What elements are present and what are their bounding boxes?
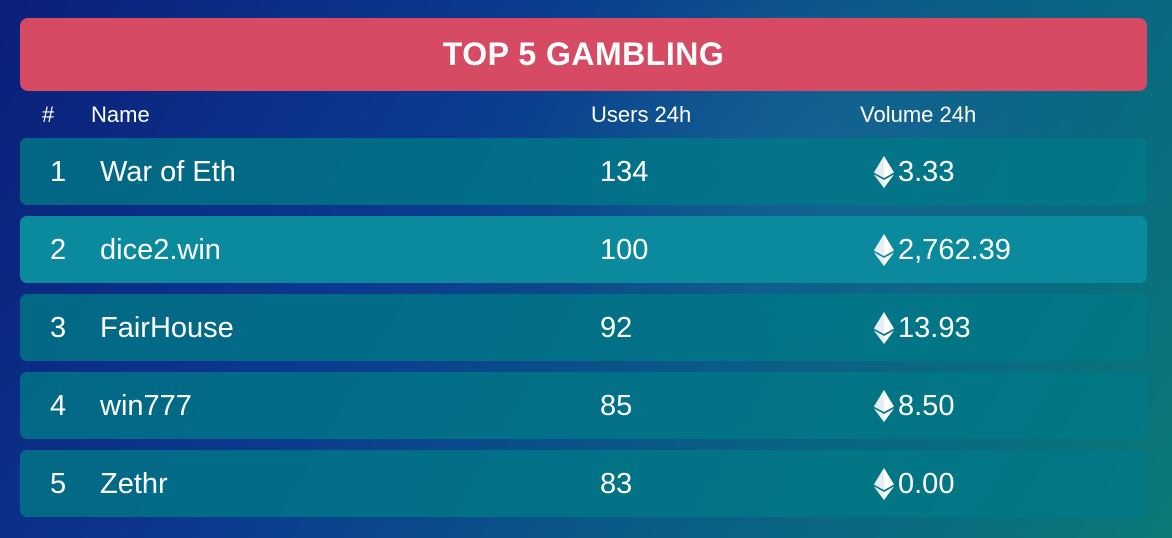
row-volume-cell: 2,762.39: [873, 233, 1011, 267]
row-name: win777: [100, 390, 192, 422]
row-users: 83: [600, 468, 633, 500]
row-rank: 2: [50, 234, 67, 266]
row-users: 85: [600, 390, 633, 422]
column-header-rank: #: [42, 102, 55, 127]
table-row[interactable]: 3 FairHouse 92 13.93: [20, 294, 1147, 361]
row-volume-cell: 3.33: [873, 155, 954, 189]
row-volume-cell: 0.00: [873, 467, 954, 501]
row-name: FairHouse: [100, 312, 234, 344]
ethereum-icon: [873, 155, 895, 189]
row-name: Zethr: [100, 468, 168, 500]
row-users: 134: [600, 156, 649, 188]
ranking-table: 1 War of Eth 134 3.33 2 dice2.win 100 2,…: [20, 138, 1147, 528]
column-header-users: Users 24h: [591, 102, 692, 127]
row-volume-cell: 8.50: [873, 389, 954, 423]
table-row[interactable]: 5 Zethr 83 0.00: [20, 450, 1147, 517]
row-rank: 3: [50, 312, 67, 344]
row-volume: 13.93: [898, 312, 971, 344]
page-title: TOP 5 GAMBLING: [442, 36, 725, 72]
row-name: dice2.win: [100, 234, 221, 266]
table-row[interactable]: 2 dice2.win 100 2,762.39: [20, 216, 1147, 283]
column-header-name: Name: [91, 102, 150, 127]
column-headers: # Name Users 24h Volume 24h: [0, 100, 1172, 132]
ethereum-icon: [873, 233, 895, 267]
row-users: 100: [600, 234, 649, 266]
ethereum-icon: [873, 467, 895, 501]
row-name: War of Eth: [100, 156, 236, 188]
row-rank: 1: [50, 156, 67, 188]
ethereum-icon: [873, 311, 895, 345]
row-volume: 2,762.39: [898, 234, 1011, 266]
row-rank: 4: [50, 390, 67, 422]
row-users: 92: [600, 312, 633, 344]
ethereum-icon: [873, 389, 895, 423]
row-volume-cell: 13.93: [873, 311, 971, 345]
table-row[interactable]: 1 War of Eth 134 3.33: [20, 138, 1147, 205]
table-row[interactable]: 4 win777 85 8.50: [20, 372, 1147, 439]
header-banner: TOP 5 GAMBLING: [20, 18, 1147, 91]
row-volume: 8.50: [898, 390, 955, 422]
row-volume: 3.33: [898, 156, 955, 188]
row-rank: 5: [50, 468, 67, 500]
row-volume: 0.00: [898, 468, 955, 500]
column-header-volume: Volume 24h: [860, 102, 977, 127]
